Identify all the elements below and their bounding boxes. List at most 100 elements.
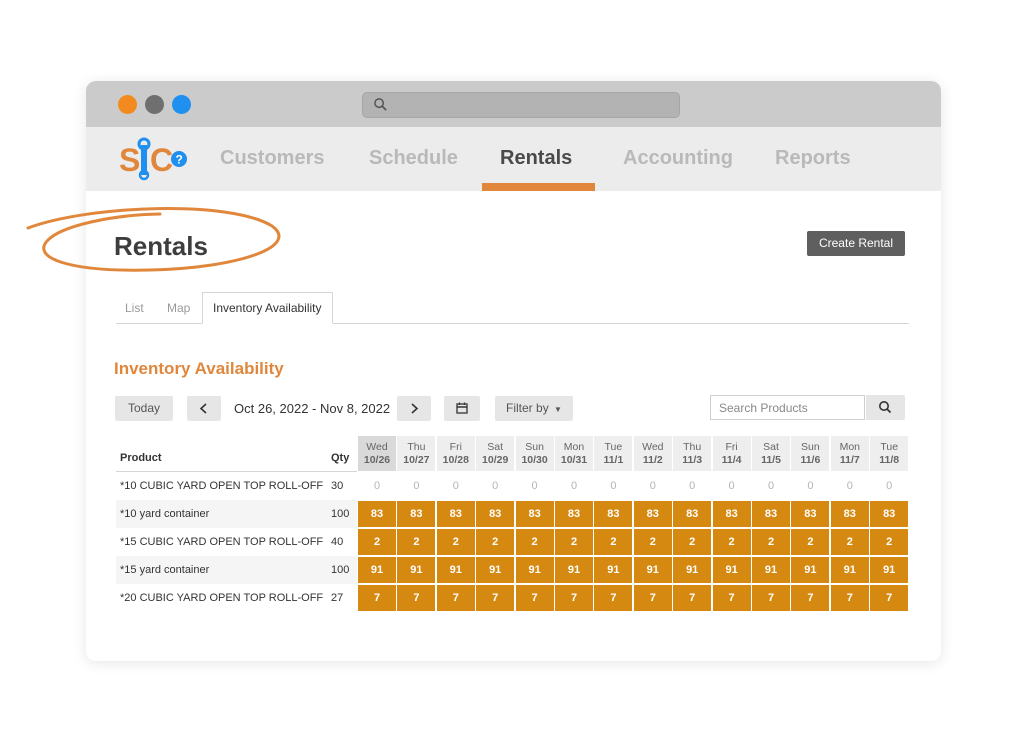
availability-cell[interactable]: 7 [555, 585, 593, 611]
availability-cell[interactable]: 2 [752, 529, 790, 555]
availability-cell[interactable]: 7 [358, 585, 396, 611]
availability-cell[interactable]: 83 [870, 501, 909, 527]
availability-cell[interactable]: 91 [594, 557, 633, 583]
availability-cell[interactable]: 7 [397, 585, 436, 611]
availability-cell[interactable]: 0 [436, 473, 475, 499]
availability-cell[interactable]: 0 [791, 473, 830, 499]
availability-cell[interactable]: 83 [633, 501, 672, 527]
minimize-window-dot[interactable] [145, 95, 164, 114]
availability-cell[interactable]: 2 [436, 529, 475, 555]
availability-cell[interactable]: 91 [515, 557, 554, 583]
product-name[interactable]: *10 yard container [120, 508, 209, 520]
next-range-button[interactable] [397, 396, 431, 421]
nav-customers[interactable]: Customers [220, 147, 324, 170]
filter-by-label: Filter by [506, 401, 549, 415]
availability-cell[interactable]: 0 [594, 473, 633, 499]
today-button[interactable]: Today [115, 396, 173, 421]
availability-cell[interactable]: 2 [633, 529, 672, 555]
availability-cell[interactable]: 91 [870, 557, 909, 583]
nav-schedule[interactable]: Schedule [369, 147, 458, 170]
availability-cell[interactable]: 2 [476, 529, 515, 555]
availability-cell[interactable]: 2 [555, 529, 593, 555]
availability-cell[interactable]: 83 [752, 501, 790, 527]
tab-inventory-availability[interactable]: Inventory Availability [202, 292, 333, 324]
availability-cell[interactable]: 91 [712, 557, 751, 583]
availability-cell[interactable]: 0 [673, 473, 712, 499]
availability-cell[interactable]: 2 [673, 529, 712, 555]
product-name[interactable]: *10 CUBIC YARD OPEN TOP ROLL-OFF [120, 480, 323, 492]
search-products-input[interactable] [710, 395, 865, 420]
filter-by-button[interactable]: Filter by ▼ [495, 396, 573, 421]
availability-cell[interactable]: 0 [870, 473, 909, 499]
availability-cell[interactable]: 91 [752, 557, 790, 583]
availability-cell[interactable]: 7 [712, 585, 751, 611]
availability-cell[interactable]: 83 [515, 501, 554, 527]
availability-cell[interactable]: 91 [791, 557, 830, 583]
availability-cell[interactable]: 83 [830, 501, 869, 527]
availability-cell[interactable]: 7 [791, 585, 830, 611]
availability-cell[interactable]: 0 [358, 473, 396, 499]
availability-cell[interactable]: 2 [712, 529, 751, 555]
availability-cell[interactable]: 2 [791, 529, 830, 555]
availability-cell[interactable]: 0 [555, 473, 593, 499]
availability-cell[interactable]: 2 [397, 529, 436, 555]
availability-cell[interactable]: 7 [673, 585, 712, 611]
availability-cell[interactable]: 83 [712, 501, 751, 527]
availability-cell[interactable]: 83 [397, 501, 436, 527]
availability-cell[interactable]: 91 [397, 557, 436, 583]
tab-map[interactable]: Map [167, 293, 190, 323]
availability-cell[interactable]: 7 [752, 585, 790, 611]
availability-cell[interactable]: 7 [436, 585, 475, 611]
availability-cell[interactable]: 7 [476, 585, 515, 611]
availability-cell[interactable]: 91 [476, 557, 515, 583]
availability-cell[interactable]: 0 [752, 473, 790, 499]
nav-reports[interactable]: Reports [775, 147, 851, 170]
nav-rentals[interactable]: Rentals [500, 147, 572, 170]
tab-list[interactable]: List [125, 293, 144, 323]
day-of-week: Sat [487, 441, 504, 453]
availability-cell[interactable]: 83 [555, 501, 593, 527]
availability-cell[interactable]: 91 [673, 557, 712, 583]
day-of-week: Fri [725, 441, 738, 453]
availability-cell[interactable]: 91 [555, 557, 593, 583]
availability-cell[interactable]: 83 [358, 501, 396, 527]
product-name[interactable]: *15 yard container [120, 564, 209, 576]
availability-cell[interactable]: 0 [830, 473, 869, 499]
availability-cell[interactable]: 2 [830, 529, 869, 555]
availability-cell[interactable]: 2 [515, 529, 554, 555]
availability-cell[interactable]: 7 [515, 585, 554, 611]
create-rental-button[interactable]: Create Rental [807, 231, 905, 256]
nav-accounting[interactable]: Accounting [623, 147, 733, 170]
availability-cell[interactable]: 7 [633, 585, 672, 611]
product-name[interactable]: *20 CUBIC YARD OPEN TOP ROLL-OFF [120, 592, 323, 604]
availability-cell[interactable]: 0 [476, 473, 515, 499]
availability-cell[interactable]: 7 [870, 585, 909, 611]
availability-cell[interactable]: 83 [594, 501, 633, 527]
availability-cell[interactable]: 2 [594, 529, 633, 555]
availability-cell[interactable]: 83 [436, 501, 475, 527]
search-button[interactable] [866, 395, 905, 420]
availability-cell[interactable]: 91 [436, 557, 475, 583]
qty-column-header: Qty [331, 452, 350, 464]
availability-cell[interactable]: 83 [791, 501, 830, 527]
availability-cell[interactable]: 0 [397, 473, 436, 499]
availability-cell[interactable]: 2 [870, 529, 909, 555]
availability-cell[interactable]: 2 [358, 529, 396, 555]
day-column-header: Tue 11/1 [594, 436, 633, 471]
availability-cell[interactable]: 0 [515, 473, 554, 499]
availability-cell[interactable]: 91 [358, 557, 396, 583]
close-window-dot[interactable] [118, 95, 137, 114]
availability-cell[interactable]: 0 [633, 473, 672, 499]
availability-cell[interactable]: 83 [476, 501, 515, 527]
availability-cell[interactable]: 7 [594, 585, 633, 611]
availability-cell[interactable]: 83 [673, 501, 712, 527]
product-name[interactable]: *15 CUBIC YARD OPEN TOP ROLL-OFF [120, 536, 323, 548]
availability-cell[interactable]: 0 [712, 473, 751, 499]
calendar-button[interactable] [444, 396, 480, 421]
availability-cell[interactable]: 91 [633, 557, 672, 583]
prev-range-button[interactable] [187, 396, 221, 421]
url-bar[interactable] [362, 92, 680, 118]
maximize-window-dot[interactable] [172, 95, 191, 114]
availability-cell[interactable]: 91 [830, 557, 869, 583]
availability-cell[interactable]: 7 [830, 585, 869, 611]
